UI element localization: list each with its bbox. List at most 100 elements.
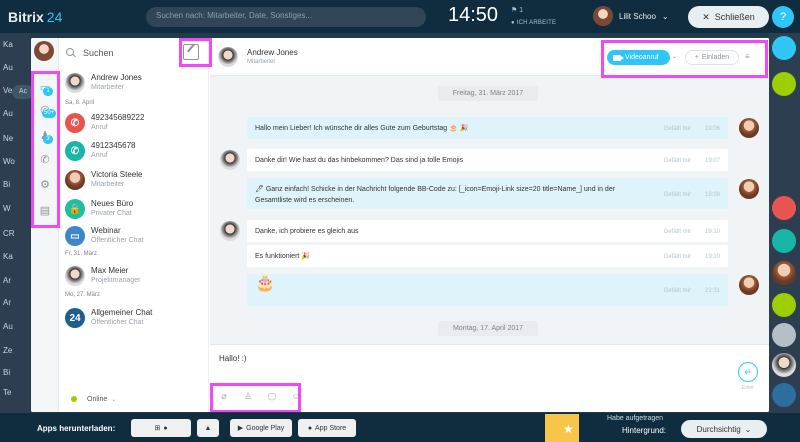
linux-button[interactable]: ▲ xyxy=(197,419,219,437)
contact-avatar-2[interactable] xyxy=(772,229,796,253)
app-store-button[interactable]: ● App Store xyxy=(298,419,356,437)
flag-counter: ⚑ 1 xyxy=(511,7,524,14)
global-search-input[interactable]: Suchen nach: Mitarbeiter, Date, Sonstige… xyxy=(146,7,426,27)
chevron-down-icon: ⌄ xyxy=(111,396,117,403)
contact-avatar-3[interactable] xyxy=(772,261,796,285)
message-avatar[interactable] xyxy=(739,275,759,295)
chat-avatar[interactable] xyxy=(218,47,238,67)
chat-panel: Andrew Jones Mitarbeiter Videoanruf ⌄ + … xyxy=(210,38,769,412)
message-bubble[interactable]: Es funktioniert 🎉 Gefällt mir 19:10 xyxy=(247,245,728,267)
format-icon[interactable]: ▢ xyxy=(266,390,278,402)
phone-icon[interactable]: ✆ xyxy=(37,152,53,168)
message-avatar[interactable] xyxy=(220,221,240,241)
close-button[interactable]: ✕ Schließen xyxy=(688,6,769,28)
background-menu-item[interactable]: Ne xyxy=(3,134,13,143)
background-menu-item[interactable]: Ka xyxy=(3,40,13,49)
message-avatar[interactable] xyxy=(739,179,759,199)
background-menu-item[interactable]: Au xyxy=(3,109,13,118)
background-menu-item[interactable]: Ve xyxy=(3,86,12,95)
message-time: 19:08 xyxy=(704,191,720,198)
work-status[interactable]: ● ICH ARBEITE xyxy=(511,20,556,26)
contact-list-item[interactable]: 🔒 Neues Büro Privater Chat xyxy=(65,197,205,221)
invite-button[interactable]: + Einladen xyxy=(685,50,739,65)
chevron-down-icon[interactable]: ⌄ xyxy=(672,50,682,65)
chat-name[interactable]: Andrew Jones xyxy=(247,48,298,57)
lock-icon: 🔒 xyxy=(65,199,85,219)
search-history-icon[interactable]: ≡ xyxy=(745,52,757,64)
message-bubble[interactable]: Danke, ich probiere es gleich aus Gefällt… xyxy=(247,220,728,242)
contact-subtitle: Öffentlicher Chat xyxy=(91,319,144,326)
bitrix-logo[interactable]: Bitrix 24 xyxy=(8,9,62,25)
avatar xyxy=(34,41,54,61)
contact-subtitle: Anruf xyxy=(91,124,108,131)
like-button[interactable]: Gefällt mir xyxy=(664,227,691,238)
contact-avatar-1[interactable] xyxy=(772,196,796,220)
message-bubble[interactable]: Danke dir! Wie hast du das hinbekommen? … xyxy=(247,149,728,171)
background-menu-item[interactable]: Ka xyxy=(3,252,13,261)
like-button[interactable]: Gefällt mir xyxy=(664,190,691,201)
contact-avatar-7[interactable] xyxy=(772,383,796,407)
user-icon[interactable]: ♙ xyxy=(242,390,254,402)
like-button[interactable]: Gefällt mir xyxy=(664,286,691,297)
new-chat-icon[interactable] xyxy=(183,44,199,60)
like-button[interactable]: Gefällt mir xyxy=(664,156,691,167)
background-menu-item[interactable]: CR xyxy=(3,229,15,238)
background-menu-item[interactable]: Au xyxy=(3,322,13,331)
calendar-icon[interactable]: ▤ xyxy=(37,203,53,219)
contact-avatar-4[interactable] xyxy=(772,293,796,317)
bottom-bar xyxy=(0,413,800,442)
message-text: Es funktioniert 🎉 xyxy=(255,253,311,260)
message-input[interactable]: Hallo! :) xyxy=(219,354,247,363)
contact-name: Allgemeiner Chat xyxy=(91,308,153,317)
contact-list-item[interactable]: ✆ 4912345678 Anruf xyxy=(65,139,205,163)
background-menu-item[interactable]: Bi xyxy=(3,180,10,189)
star-icon[interactable] xyxy=(545,414,579,442)
attach-icon[interactable]: ⌀ xyxy=(218,390,230,402)
contact-avatar-6[interactable] xyxy=(772,353,796,377)
send-button[interactable]: ↵ xyxy=(738,362,758,382)
background-menu-item[interactable]: Ze xyxy=(3,346,12,355)
message-bubble[interactable]: 🎂 Gefällt mir 22:31 xyxy=(247,274,728,306)
message-compose: Hallo! :) ⌀ ♙ ▢ ☺ ↵ Enter xyxy=(210,344,769,412)
background-menu-item[interactable]: Te xyxy=(3,388,11,397)
message-bubble[interactable]: Hallo mein Lieber! Ich wünsche dir alles… xyxy=(247,117,728,139)
contact-list-item[interactable]: ▭ Webinar Öffentlicher Chat xyxy=(65,224,205,248)
chat-icon[interactable] xyxy=(772,72,796,96)
help-button[interactable]: ? xyxy=(772,6,794,28)
message-avatar[interactable] xyxy=(220,150,240,170)
message-time: 19:10 xyxy=(704,254,720,260)
google-play-button[interactable]: ▶ Google Play xyxy=(230,419,292,437)
smile-icon[interactable]: ☺ xyxy=(290,390,302,402)
background-menu-item[interactable]: Ar xyxy=(3,276,11,285)
message-text: Hallo mein Lieber! Ich wünsche dir alles… xyxy=(255,125,469,132)
background-menu-item[interactable]: Au xyxy=(3,63,13,72)
contact-avatar-5[interactable] xyxy=(772,323,796,347)
contact-name: Neues Büro xyxy=(91,199,134,208)
gear-icon[interactable]: ⚙ xyxy=(37,177,53,193)
background-menu-item[interactable]: Wo xyxy=(3,157,15,166)
date-group-label: Mo, 27. März xyxy=(65,292,101,298)
message-avatar[interactable] xyxy=(739,118,759,138)
background-menu-item[interactable]: Bi xyxy=(3,368,10,377)
contact-list-item[interactable]: Andrew Jones Mitarbeiter xyxy=(65,71,205,95)
clock[interactable]: 14:50 xyxy=(448,4,498,27)
contact-list-item[interactable]: Victoria Steele Mitarbeiter xyxy=(65,168,205,192)
contact-subtitle: Mitarbeiter xyxy=(91,181,125,188)
like-button[interactable]: Gefällt mir xyxy=(664,252,691,263)
background-menu-item[interactable]: Ar xyxy=(3,298,11,307)
video-call-button[interactable]: Videoanruf xyxy=(607,50,670,65)
user-menu[interactable]: Lilit Schoo ⌄ xyxy=(593,6,669,26)
notification-bell-icon[interactable] xyxy=(772,36,796,60)
background-menu-item[interactable]: W xyxy=(3,204,11,213)
contact-list-item[interactable]: Max Meier Projektmanager xyxy=(65,264,205,288)
background-select[interactable]: Durchsichtig ⌄ xyxy=(681,420,767,438)
message-bubble[interactable]: 🖊 Ganz einfach! Schicke in der Nachricht… xyxy=(247,178,728,209)
contact-list-item[interactable]: 24 Allgemeiner Chat Öffentlicher Chat xyxy=(65,306,205,330)
like-button[interactable]: Gefällt mir xyxy=(664,124,691,135)
status-selector[interactable]: Online ⌄ xyxy=(59,390,209,408)
contact-text: Allgemeiner Chat Öffentlicher Chat xyxy=(91,308,152,328)
desktop-app-buttons[interactable]: ⊞ ● xyxy=(131,419,191,437)
contact-list-item[interactable]: ✆ 492345689222 Anruf xyxy=(65,111,205,135)
my-avatar[interactable] xyxy=(34,41,56,63)
contact-text: Neues Büro Privater Chat xyxy=(91,199,133,219)
